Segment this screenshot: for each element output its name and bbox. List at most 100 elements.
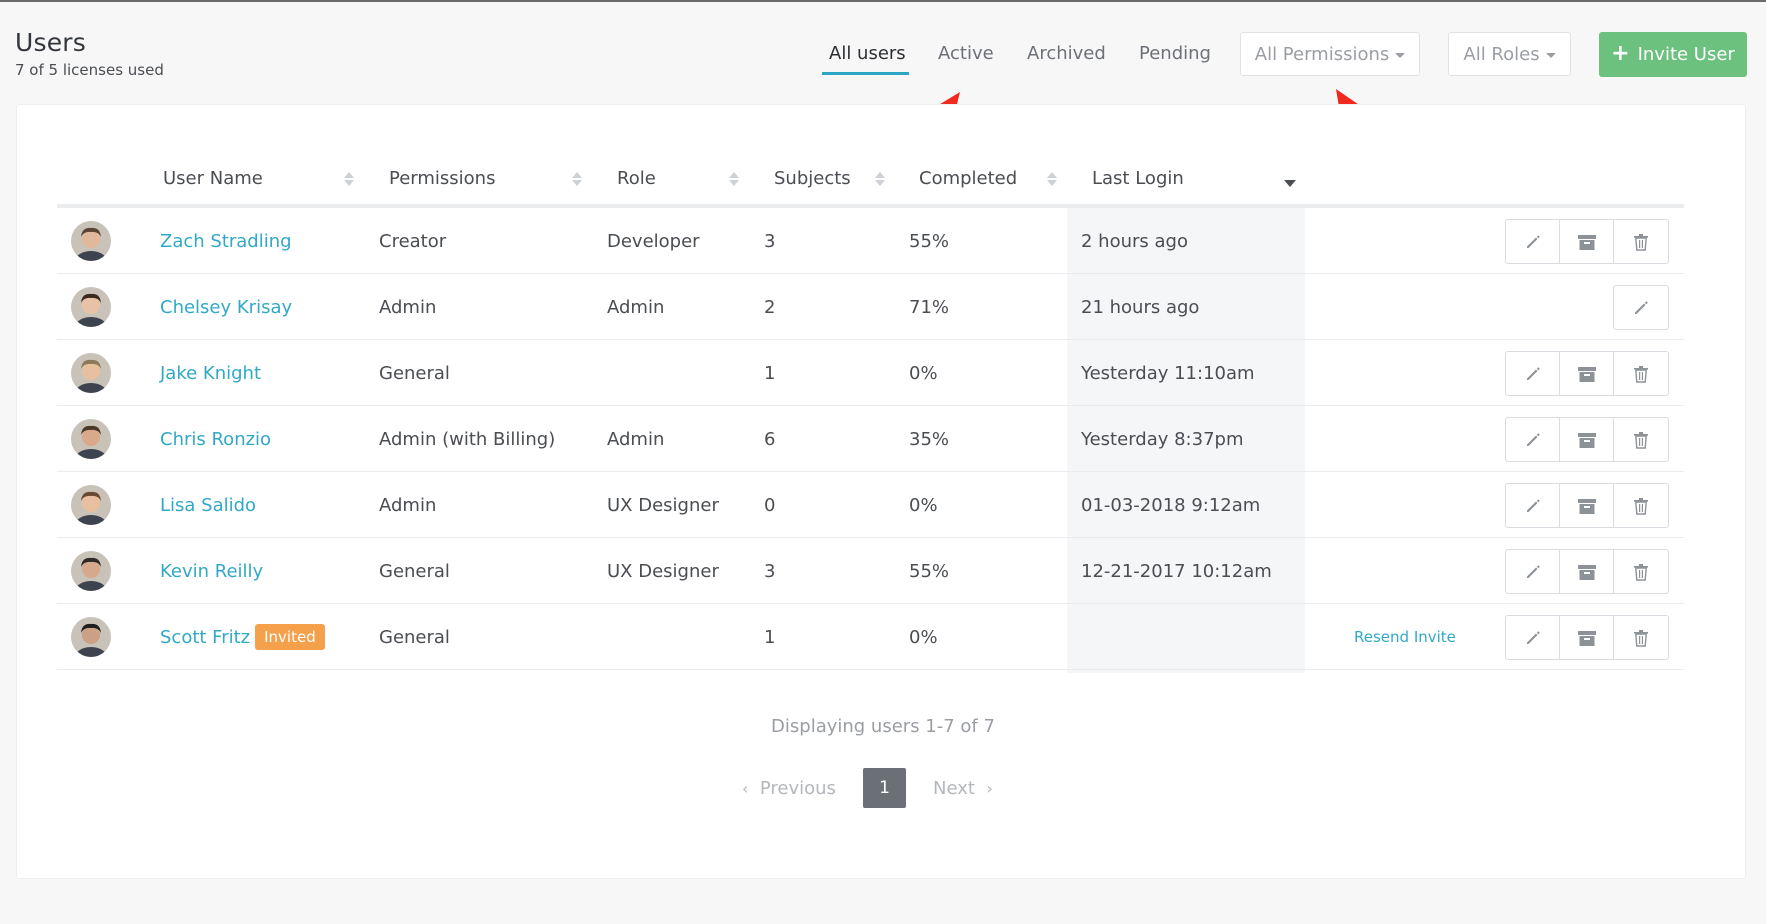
subjects-cell: 3 xyxy=(764,560,776,582)
last-login-cell: 12-21-2017 10:12am xyxy=(1081,560,1272,582)
column-header-last-login[interactable]: Last Login xyxy=(1092,168,1184,189)
table-row: Chelsey Krisay Admin Admin 2 71% 21 hours ago xyxy=(57,274,1684,340)
archive-icon xyxy=(1577,431,1597,449)
sort-icon[interactable] xyxy=(344,172,354,188)
sort-icon[interactable] xyxy=(875,172,885,188)
archive-user-button[interactable] xyxy=(1560,220,1614,263)
sort-icon[interactable] xyxy=(1047,172,1057,188)
archive-user-button[interactable] xyxy=(1560,616,1614,659)
role-cell: Developer xyxy=(607,230,700,252)
delete-user-button[interactable] xyxy=(1614,616,1668,659)
edit-user-button[interactable] xyxy=(1506,220,1560,263)
delete-user-button[interactable] xyxy=(1614,418,1668,461)
pagination-page-current[interactable]: 1 xyxy=(863,768,906,808)
delete-user-button[interactable] xyxy=(1614,550,1668,593)
edit-user-button[interactable] xyxy=(1506,352,1560,395)
delete-user-button[interactable] xyxy=(1614,220,1668,263)
roles-filter-dropdown[interactable]: All Roles xyxy=(1448,32,1571,76)
user-name-cell: Zach Stradling xyxy=(160,208,292,274)
chevron-left-icon: ‹ xyxy=(742,779,749,798)
pencil-icon xyxy=(1632,299,1650,317)
edit-user-button[interactable] xyxy=(1506,550,1560,593)
permissions-cell: Admin xyxy=(379,296,437,318)
user-name-link[interactable]: Chris Ronzio xyxy=(160,429,271,450)
tab-pending[interactable]: Pending xyxy=(1139,43,1211,64)
archive-icon xyxy=(1577,497,1597,515)
column-header-role[interactable]: Role xyxy=(617,168,656,189)
user-name-cell: Lisa Salido xyxy=(160,472,256,538)
completed-cell: 55% xyxy=(909,560,950,582)
pagination-previous[interactable]: ‹ Previous xyxy=(742,778,836,799)
pagination-next[interactable]: Next › xyxy=(933,778,993,799)
column-header-user-name[interactable]: User Name xyxy=(163,168,263,189)
window-top-border xyxy=(0,0,1766,2)
tab-all-users[interactable]: All users xyxy=(829,43,906,64)
archive-user-button[interactable] xyxy=(1560,550,1614,593)
completed-cell: 0% xyxy=(909,362,938,384)
pagination-previous-label: Previous xyxy=(759,778,836,799)
subjects-cell: 1 xyxy=(764,362,776,384)
archive-icon xyxy=(1577,365,1597,383)
completed-cell: 0% xyxy=(909,626,938,648)
resend-invite-link[interactable]: Resend Invite xyxy=(1354,628,1456,646)
trash-icon xyxy=(1633,497,1649,515)
invite-user-button[interactable]: + Invite User xyxy=(1599,32,1747,77)
tab-active[interactable]: Active xyxy=(938,43,994,64)
tab-archived[interactable]: Archived xyxy=(1027,43,1106,64)
delete-user-button[interactable] xyxy=(1614,484,1668,527)
user-name-cell: Chelsey Krisay xyxy=(160,274,292,340)
permissions-cell: General xyxy=(379,362,450,384)
subjects-cell: 1 xyxy=(764,626,776,648)
user-name-link[interactable]: Zach Stradling xyxy=(160,231,292,252)
edit-user-button[interactable] xyxy=(1614,286,1668,329)
pencil-icon xyxy=(1524,233,1542,251)
pencil-icon xyxy=(1524,431,1542,449)
user-name-cell: Scott Fritz Invited xyxy=(160,604,325,670)
avatar xyxy=(71,551,111,591)
sort-icon[interactable] xyxy=(729,172,739,188)
user-name-link[interactable]: Lisa Salido xyxy=(160,495,256,516)
permissions-filter-label: All Permissions xyxy=(1254,43,1390,65)
chevron-right-icon: › xyxy=(986,779,993,798)
user-name-link[interactable]: Kevin Reilly xyxy=(160,561,263,582)
sort-icon[interactable] xyxy=(572,172,582,188)
pencil-icon xyxy=(1524,629,1542,647)
user-name-cell: Jake Knight xyxy=(160,340,261,406)
edit-user-button[interactable] xyxy=(1506,484,1560,527)
completed-cell: 35% xyxy=(909,428,950,450)
roles-filter-label: All Roles xyxy=(1463,43,1540,65)
last-login-cell: Yesterday 8:37pm xyxy=(1081,428,1244,450)
row-actions xyxy=(1505,549,1669,594)
user-name-link[interactable]: Jake Knight xyxy=(160,363,261,384)
edit-user-button[interactable] xyxy=(1506,418,1560,461)
pencil-icon xyxy=(1524,497,1542,515)
sort-desc-icon[interactable] xyxy=(1284,180,1296,187)
subjects-cell: 2 xyxy=(764,296,776,318)
avatar xyxy=(71,353,111,393)
avatar xyxy=(71,419,111,459)
edit-user-button[interactable] xyxy=(1506,616,1560,659)
user-name-link[interactable]: Scott Fritz xyxy=(160,627,250,648)
column-header-subjects[interactable]: Subjects xyxy=(774,168,851,189)
row-actions xyxy=(1505,351,1669,396)
pencil-icon xyxy=(1524,563,1542,581)
subjects-cell: 3 xyxy=(764,230,776,252)
column-header-permissions[interactable]: Permissions xyxy=(389,168,495,189)
archive-user-button[interactable] xyxy=(1560,352,1614,395)
archive-user-button[interactable] xyxy=(1560,418,1614,461)
archive-icon xyxy=(1577,563,1597,581)
user-name-link[interactable]: Chelsey Krisay xyxy=(160,297,292,318)
archive-user-button[interactable] xyxy=(1560,484,1614,527)
table-row: Kevin Reilly General UX Designer 3 55% 12-21-… xyxy=(57,538,1684,604)
permissions-filter-dropdown[interactable]: All Permissions xyxy=(1240,32,1420,76)
role-cell: Admin xyxy=(607,428,665,450)
trash-icon xyxy=(1633,629,1649,647)
trash-icon xyxy=(1633,365,1649,383)
avatar xyxy=(71,221,111,261)
caret-down-icon xyxy=(1545,52,1556,58)
completed-cell: 55% xyxy=(909,230,950,252)
delete-user-button[interactable] xyxy=(1614,352,1668,395)
user-name-cell: Kevin Reilly xyxy=(160,538,263,604)
resend-invite-cell: Resend Invite xyxy=(1354,604,1456,670)
column-header-completed[interactable]: Completed xyxy=(919,168,1017,189)
